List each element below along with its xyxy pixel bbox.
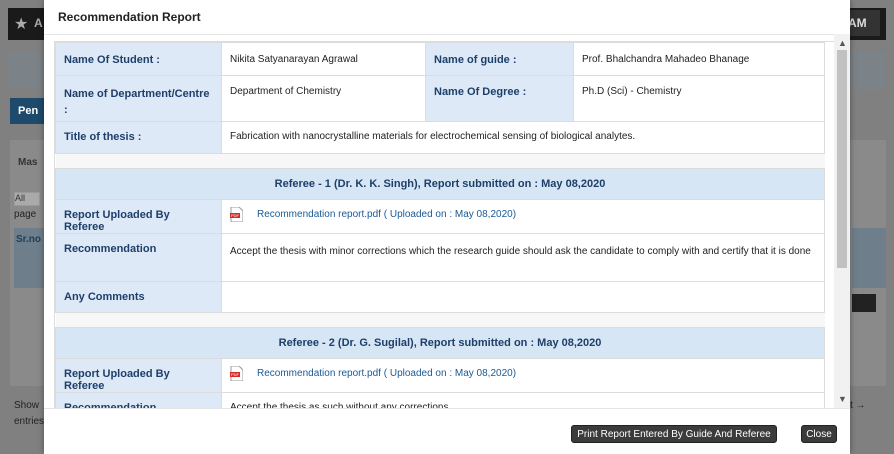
navbar-title: A bbox=[34, 16, 43, 30]
pdf-icon[interactable]: PDF bbox=[230, 207, 243, 222]
referee-1-report-cell: PDF Recommendation report.pdf ( Uploaded… bbox=[221, 199, 825, 234]
referee-1-heading: Referee - 1 (Dr. K. K. Singh), Report su… bbox=[55, 168, 825, 200]
referee-1-recommendation-value: Accept the thesis with minor corrections… bbox=[221, 233, 825, 282]
show-label: Show bbox=[14, 400, 40, 411]
svg-text:PDF: PDF bbox=[231, 372, 240, 377]
department-value: Department of Chemistry bbox=[221, 75, 426, 122]
referee-1-report-label: Report Uploaded By Referee bbox=[55, 199, 222, 234]
thesis-value: Fabrication with nanocrystalline materia… bbox=[221, 121, 825, 154]
print-report-button[interactable]: Print Report Entered By Guide And Refere… bbox=[571, 425, 777, 443]
report-table: Name Of Student : Nikita Satyanarayan Ag… bbox=[55, 42, 825, 408]
entries-label: entries bbox=[14, 416, 45, 427]
referee-1-comments-value bbox=[221, 281, 825, 313]
scrollbar-thumb[interactable] bbox=[837, 50, 847, 268]
next-link[interactable]: t → bbox=[850, 400, 866, 411]
srno-header: Sr.no bbox=[14, 228, 46, 288]
page-label: page bbox=[14, 209, 37, 220]
department-degree-row: Name of Department/Centre : Department o… bbox=[55, 75, 825, 122]
table-header-right bbox=[852, 228, 886, 288]
pdf-icon[interactable]: PDF bbox=[230, 366, 243, 381]
student-value: Nikita Satyanarayan Agrawal bbox=[221, 42, 426, 76]
modal-header: Recommendation Report bbox=[44, 0, 850, 35]
referee-2-report-row: Report Uploaded By Referee PDF Recommend… bbox=[55, 358, 825, 393]
referee-1-header-row: Referee - 1 (Dr. K. K. Singh), Report su… bbox=[55, 168, 825, 200]
svg-text:PDF: PDF bbox=[231, 213, 240, 218]
modal-title: Recommendation Report bbox=[58, 10, 201, 24]
referee-1-report-row: Report Uploaded By Referee PDF Recommend… bbox=[55, 199, 825, 234]
scroll-up-icon[interactable]: ▲ bbox=[838, 38, 847, 48]
top-panel-right bbox=[852, 60, 886, 90]
referee-2-recommendation-value: Accept the thesis as such without any co… bbox=[221, 392, 825, 408]
recommendation-report-modal: Recommendation Report Name Of Student : … bbox=[44, 0, 850, 454]
row-dropdown[interactable] bbox=[852, 294, 876, 312]
referee-2-heading: Referee - 2 (Dr. G. Sugilal), Report sub… bbox=[55, 327, 825, 359]
referee-2-report-link[interactable]: Recommendation report.pdf ( Uploaded on … bbox=[257, 368, 516, 379]
guide-value: Prof. Bhalchandra Mahadeo Bhanage bbox=[573, 42, 825, 76]
modal-footer: Print Report Entered By Guide And Refere… bbox=[44, 408, 850, 454]
close-button[interactable]: Close bbox=[801, 425, 837, 443]
degree-label: Name Of Degree : bbox=[425, 75, 574, 122]
referee-2-report-label: Report Uploaded By Referee bbox=[55, 358, 222, 393]
referee-2-report-cell: PDF Recommendation report.pdf ( Uploaded… bbox=[221, 358, 825, 393]
thesis-row: Title of thesis : Fabrication with nanoc… bbox=[55, 121, 825, 154]
spacer-row bbox=[55, 153, 825, 169]
user-menu-label: AM bbox=[848, 16, 867, 30]
referee-1-recommendation-row: Recommendation Accept the thesis with mi… bbox=[55, 233, 825, 282]
spacer-row bbox=[55, 312, 825, 328]
degree-value: Ph.D (Sci) - Chemistry bbox=[573, 75, 825, 122]
referee-1-comments-label: Any Comments bbox=[55, 281, 222, 313]
scroll-down-icon[interactable]: ▼ bbox=[838, 394, 847, 404]
referee-1-recommendation-label: Recommendation bbox=[55, 233, 222, 282]
department-label: Name of Department/Centre : bbox=[55, 75, 222, 122]
referee-2-recommendation-row: Recommendation Accept the thesis as such… bbox=[55, 392, 825, 408]
student-guide-row: Name Of Student : Nikita Satyanarayan Ag… bbox=[55, 42, 825, 76]
modal-scrollbar[interactable]: ▲ ▼ bbox=[834, 34, 850, 408]
modal-body[interactable]: Name Of Student : Nikita Satyanarayan Ag… bbox=[54, 41, 838, 409]
thesis-label: Title of thesis : bbox=[55, 121, 222, 154]
page-size-select[interactable]: All bbox=[14, 192, 40, 206]
referee-1-report-link[interactable]: Recommendation report.pdf ( Uploaded on … bbox=[257, 209, 516, 220]
star-icon: ★ bbox=[14, 16, 29, 33]
referee-2-recommendation-label: Recommendation bbox=[55, 392, 222, 408]
guide-label: Name of guide : bbox=[425, 42, 574, 76]
referee-1-comments-row: Any Comments bbox=[55, 281, 825, 313]
student-label: Name Of Student : bbox=[55, 42, 222, 76]
referee-2-header-row: Referee - 2 (Dr. G. Sugilal), Report sub… bbox=[55, 327, 825, 359]
